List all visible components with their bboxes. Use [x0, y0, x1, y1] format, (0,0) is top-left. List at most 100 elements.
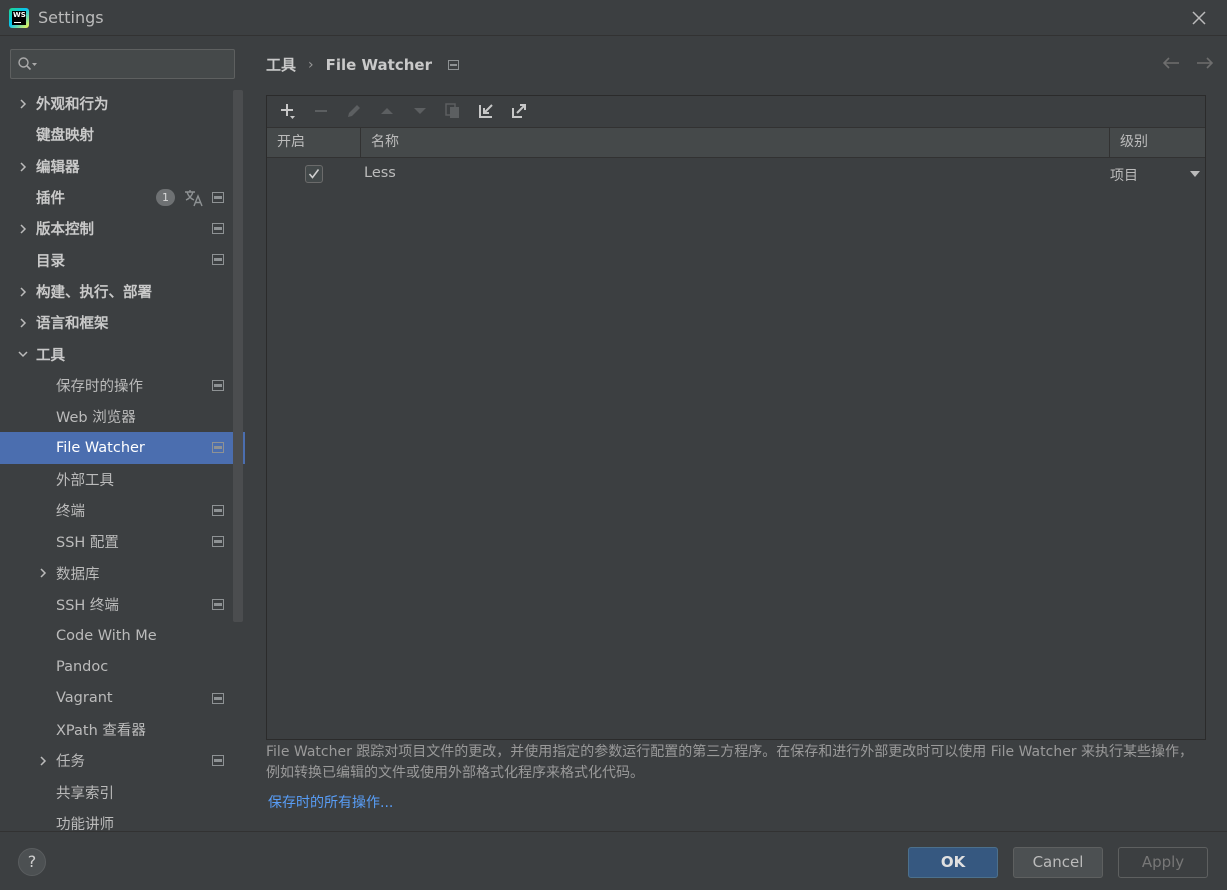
sidebar-item[interactable]: SSH 配置 [0, 526, 245, 557]
breadcrumb: 工具 › File Watcher [266, 54, 459, 75]
copy-icon [445, 103, 459, 118]
copy-button[interactable] [440, 98, 466, 124]
sidebar-item-label: 插件 [36, 191, 65, 208]
sidebar-item-label: XPath 查看器 [56, 723, 146, 740]
sidebar-item[interactable]: Pandoc [0, 651, 245, 682]
sidebar-item-label: 任务 [56, 754, 85, 771]
sidebar-item[interactable]: 编辑器 [0, 151, 245, 182]
chevron-right-icon[interactable] [18, 318, 28, 328]
watcher-level-select[interactable]: 项目 [1110, 165, 1138, 185]
column-header-enabled[interactable]: 开启 [267, 128, 361, 157]
column-header-level[interactable]: 级别 [1110, 128, 1205, 157]
sidebar-item-label: 保存时的操作 [56, 378, 143, 395]
sidebar-item-label: 数据库 [56, 566, 100, 583]
sidebar-item[interactable]: 目录 [0, 244, 245, 275]
search-icon[interactable] [17, 56, 39, 72]
sidebar-item-label: 键盘映射 [36, 128, 94, 145]
sidebar-item-label: 外部工具 [56, 472, 114, 489]
chevron-right-icon[interactable] [38, 756, 48, 766]
all-save-actions-link[interactable]: 保存时的所有操作... [268, 792, 393, 812]
window-title: Settings [38, 8, 104, 27]
sidebar-item[interactable]: 工具 [0, 338, 245, 369]
sidebar-item[interactable]: Code With Me [0, 620, 245, 651]
table-row[interactable]: Less 项目 [267, 158, 1205, 190]
sidebar-item-label: 共享索引 [56, 785, 114, 802]
sidebar-item-label: 构建、执行、部署 [36, 284, 152, 301]
chevron-down-icon[interactable] [18, 349, 28, 359]
sidebar-item[interactable]: 数据库 [0, 557, 245, 588]
dropdown-arrow-icon[interactable] [1190, 171, 1200, 178]
sidebar-item[interactable]: 外观和行为 [0, 88, 245, 119]
move-up-button[interactable] [374, 98, 400, 124]
sidebar-item-label: Vagrant [56, 690, 113, 707]
sidebar-item[interactable]: 共享索引 [0, 777, 245, 808]
chevron-right-icon[interactable] [18, 224, 28, 234]
edit-icon [348, 105, 360, 117]
sidebar-item[interactable]: 功能讲师 [0, 808, 245, 831]
sidebar-item[interactable]: 语言和框架 [0, 307, 245, 338]
settings-tree: 外观和行为键盘映射编辑器插件 1 版本控制目录构建、执行、部署语言和框架工具保存时的… [0, 88, 245, 831]
column-header-name[interactable]: 名称 [361, 128, 1110, 157]
translate-icon [185, 189, 203, 207]
project-level-icon [212, 692, 224, 704]
main-panel: 工具 › File Watcher 开启 名称 级别 Less 项目 File … [246, 36, 1227, 831]
sidebar-item[interactable]: XPath 查看器 [0, 714, 245, 745]
search-field[interactable] [10, 49, 235, 79]
sidebar-item-label: 目录 [36, 253, 65, 270]
chevron-right-icon[interactable] [38, 568, 48, 578]
sidebar-item-label: Code With Me [56, 627, 157, 644]
navigation-arrows [1161, 55, 1215, 71]
sidebar-item-label: 工具 [36, 347, 65, 364]
sidebar-item[interactable]: 外部工具 [0, 464, 245, 495]
enabled-checkbox[interactable] [305, 165, 323, 183]
project-level-icon [212, 254, 224, 266]
update-count-badge: 1 [156, 188, 175, 206]
project-level-icon [212, 442, 224, 454]
remove-button[interactable] [308, 98, 334, 124]
forward-arrow-icon[interactable] [1195, 55, 1215, 71]
sidebar-item[interactable]: 版本控制 [0, 213, 245, 244]
sidebar-item-label: 版本控制 [36, 222, 94, 239]
move-up-icon [381, 108, 393, 114]
sidebar-item-label: File Watcher [56, 439, 145, 456]
sidebar-item[interactable]: 构建、执行、部署 [0, 276, 245, 307]
sidebar-item-label: 编辑器 [36, 159, 80, 176]
cancel-button[interactable]: Cancel [1013, 847, 1103, 878]
close-icon[interactable] [1189, 8, 1209, 28]
settings-sidebar: 外观和行为键盘映射编辑器插件 1 版本控制目录构建、执行、部署语言和框架工具保存时的… [0, 36, 245, 831]
sidebar-item-label: 终端 [56, 504, 85, 520]
import-icon [479, 104, 493, 118]
sidebar-item[interactable]: 任务 [0, 745, 245, 776]
sidebar-item-label: 外观和行为 [36, 97, 109, 114]
sidebar-item[interactable]: 保存时的操作 [0, 370, 245, 401]
import-button[interactable] [473, 98, 499, 124]
webstorm-app-icon: WS [9, 8, 29, 28]
edit-button[interactable] [341, 98, 367, 124]
help-button[interactable]: ? [18, 848, 46, 876]
sidebar-item[interactable]: File Watcher [0, 432, 245, 464]
chevron-right-icon[interactable] [18, 162, 28, 172]
ok-button[interactable]: OK [908, 847, 998, 878]
description-text: File Watcher 跟踪对项目文件的更改，并使用指定的参数运行配置的第三方… [266, 744, 1194, 781]
sidebar-item[interactable]: Vagrant [0, 683, 245, 714]
move-down-button[interactable] [407, 98, 433, 124]
chevron-right-icon[interactable] [18, 99, 28, 109]
sidebar-item[interactable]: Web 浏览器 [0, 401, 245, 432]
export-button[interactable] [506, 98, 532, 124]
breadcrumb-current: File Watcher [325, 55, 432, 74]
sidebar-item[interactable]: 终端 [0, 495, 245, 526]
table-header: 开启 名称 级别 [267, 127, 1205, 158]
sidebar-scrollbar[interactable] [233, 90, 243, 622]
sidebar-item[interactable]: 键盘映射 [0, 119, 245, 150]
project-level-icon [212, 755, 224, 767]
project-level-icon [212, 504, 224, 516]
move-down-icon [414, 108, 426, 114]
back-arrow-icon[interactable] [1161, 55, 1181, 71]
breadcrumb-parent[interactable]: 工具 [266, 54, 296, 75]
sidebar-item[interactable]: 插件 1 [0, 182, 245, 213]
apply-button[interactable]: Apply [1118, 847, 1208, 878]
chevron-right-icon[interactable] [18, 287, 28, 297]
sidebar-item[interactable]: SSH 终端 [0, 589, 245, 620]
add-button[interactable] [275, 98, 301, 124]
remove-icon [315, 110, 327, 112]
